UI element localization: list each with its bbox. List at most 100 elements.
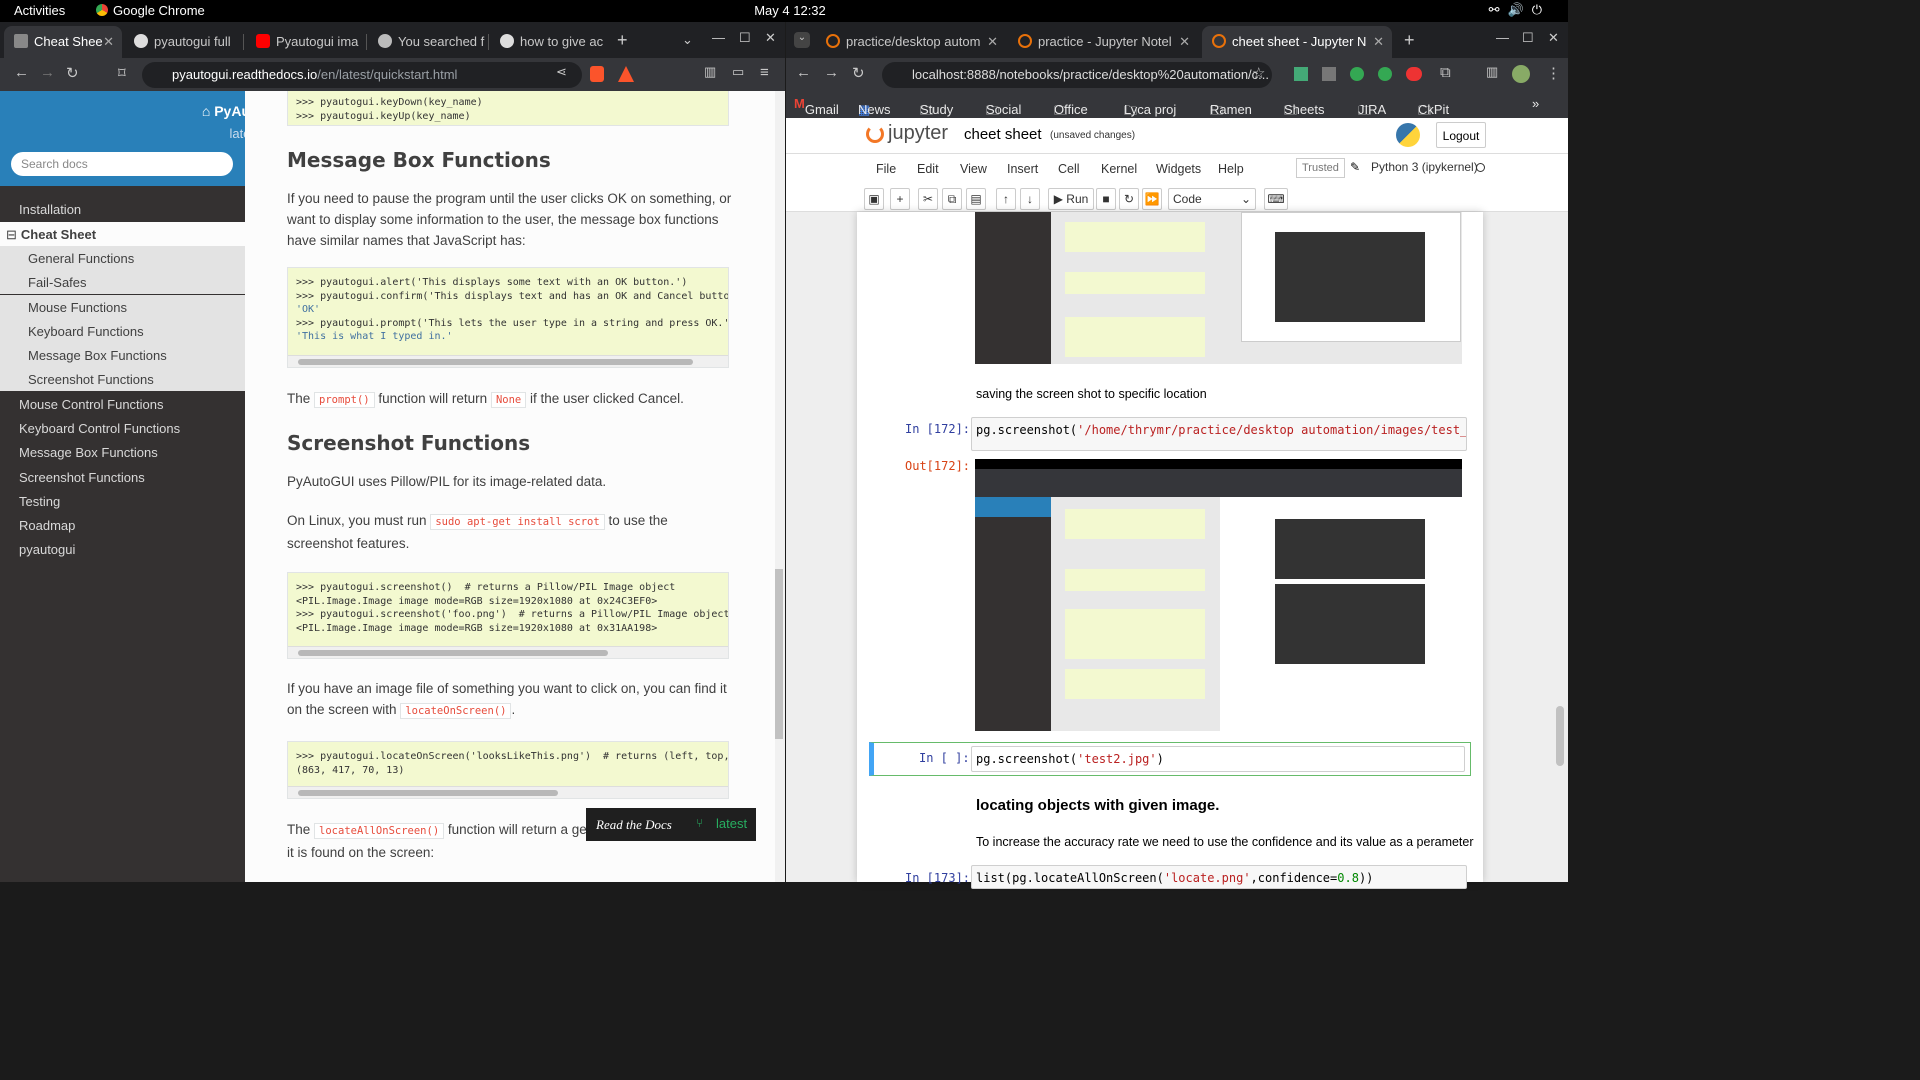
menu-help[interactable]: Help xyxy=(1218,162,1244,176)
extension-icon[interactable] xyxy=(1294,67,1308,81)
readthedocs-flyout[interactable]: Read the Docs ⑂ latest xyxy=(586,808,756,841)
address-bar[interactable]: pyautogui.readthedocs.io/en/latest/quick… xyxy=(142,62,582,88)
menu-icon[interactable]: ⋮ xyxy=(1546,64,1561,82)
reload-icon[interactable]: ↻ xyxy=(852,64,865,82)
minimize-icon[interactable]: — xyxy=(712,30,725,45)
reload-icon[interactable]: ↻ xyxy=(66,64,79,82)
back-icon[interactable]: ← xyxy=(14,64,29,81)
code-scrollbar[interactable] xyxy=(288,646,728,658)
restart-icon[interactable]: ↻ xyxy=(1119,188,1139,210)
sidebar-sub-general[interactable]: General Functions xyxy=(0,246,245,270)
code-cell-173[interactable]: list(pg.locateAllOnScreen('locate.png',c… xyxy=(971,865,1467,889)
menu-file[interactable]: File xyxy=(876,162,896,176)
code-scrollbar[interactable] xyxy=(288,355,728,367)
new-tab-icon[interactable]: + xyxy=(617,30,628,51)
paste-icon[interactable]: ▤ xyxy=(966,188,986,210)
move-up-icon[interactable]: ↑ xyxy=(996,188,1016,210)
close-window-icon[interactable]: ✕ xyxy=(765,30,776,46)
menu-icon[interactable]: ≡ xyxy=(760,64,769,81)
code-cell-active[interactable]: pg.screenshot('test2.jpg') xyxy=(971,746,1465,772)
close-tab-icon[interactable]: ✕ xyxy=(1179,34,1190,50)
tab-pyautogui-full[interactable]: pyautogui full xyxy=(124,26,242,58)
close-tab-icon[interactable]: ✕ xyxy=(1373,34,1384,50)
close-tab-icon[interactable]: ✕ xyxy=(103,34,114,50)
code-scrollbar[interactable] xyxy=(288,786,728,798)
sidebar-item-mouse-control[interactable]: Mouse Control Functions xyxy=(19,397,164,412)
tab-cheat-sheet[interactable]: Cheat Shee ✕ xyxy=(4,26,122,58)
cell-type-select[interactable]: Code ⌄ xyxy=(1168,188,1256,210)
wallet-icon[interactable]: ▭ xyxy=(732,64,744,80)
minimize-icon[interactable]: — xyxy=(1496,30,1509,45)
edit-pencil-icon[interactable]: ✎ xyxy=(1350,160,1360,174)
clock[interactable]: May 4 12:32 xyxy=(740,3,840,18)
sidebar-item-message-box[interactable]: Message Box Functions xyxy=(19,445,158,460)
maximize-icon[interactable]: ☐ xyxy=(1522,30,1534,46)
tab-practice-desktop[interactable]: practice/desktop autom ✕ xyxy=(816,26,1006,58)
code-cell-172[interactable]: pg.screenshot('/home/thrymr/practice/des… xyxy=(971,417,1467,451)
search-docs-input[interactable]: Search docs xyxy=(11,152,233,176)
tab-pyautogui-image[interactable]: Pyautogui ima xyxy=(246,26,364,58)
scrollbar-thumb[interactable] xyxy=(775,569,783,739)
menu-cell[interactable]: Cell xyxy=(1058,162,1080,176)
brave-shield-icon[interactable] xyxy=(590,66,604,82)
system-tray[interactable]: ⚯🔊⏻ xyxy=(1489,2,1550,18)
restart-run-all-icon[interactable]: ⏩ xyxy=(1142,188,1162,210)
save-icon[interactable]: ▣ xyxy=(864,188,884,210)
star-icon[interactable]: ☆ xyxy=(1252,64,1265,82)
run-button[interactable]: ▶ Run xyxy=(1048,188,1094,210)
activities-button[interactable]: Activities xyxy=(14,3,65,18)
tab-cheet-sheet[interactable]: cheet sheet - Jupyter N ✕ xyxy=(1202,26,1392,58)
extensions-puzzle-icon[interactable]: ⧉ xyxy=(1440,64,1451,81)
forward-icon[interactable]: → xyxy=(40,64,55,81)
close-tab-icon[interactable]: ✕ xyxy=(987,34,998,50)
sidebar-item-pyautogui[interactable]: pyautogui xyxy=(19,542,75,557)
keyboard-icon[interactable]: ⌨ xyxy=(1264,188,1288,210)
notebook-scrollbar-thumb[interactable] xyxy=(1556,706,1564,766)
maximize-icon[interactable]: ☐ xyxy=(739,30,751,46)
tab-you-searched[interactable]: You searched f xyxy=(368,26,486,58)
menu-view[interactable]: View xyxy=(960,162,987,176)
sidebar-item-installation[interactable]: Installation xyxy=(19,202,81,217)
extension-icon[interactable] xyxy=(1406,67,1422,81)
kernel-name[interactable]: Python 3 (ipykernel) xyxy=(1371,160,1478,174)
close-window-icon[interactable]: ✕ xyxy=(1548,30,1559,46)
profile-avatar[interactable] xyxy=(1512,65,1530,83)
sidebar-sub-messagebox[interactable]: Message Box Functions xyxy=(0,343,245,367)
menu-edit[interactable]: Edit xyxy=(917,162,939,176)
move-down-icon[interactable]: ↓ xyxy=(1020,188,1040,210)
menu-kernel[interactable]: Kernel xyxy=(1101,162,1137,176)
extension-icon[interactable] xyxy=(1322,67,1336,81)
sidebar-sub-mouse[interactable]: Mouse Functions xyxy=(0,295,245,319)
sidebar-item-screenshot[interactable]: Screenshot Functions xyxy=(19,470,145,485)
menu-widgets[interactable]: Widgets xyxy=(1156,162,1201,176)
extension-icon[interactable] xyxy=(1378,67,1392,81)
tab-practice-jupyter[interactable]: practice - Jupyter Notel ✕ xyxy=(1008,26,1198,58)
more-bookmarks-icon[interactable]: » xyxy=(1532,96,1539,111)
brave-rewards-icon[interactable] xyxy=(618,66,634,82)
back-icon[interactable]: ← xyxy=(796,64,811,81)
sidebar-sub-keyboard[interactable]: Keyboard Functions xyxy=(0,319,245,343)
insert-cell-icon[interactable]: + xyxy=(890,188,910,210)
notebook-title[interactable]: cheet sheet xyxy=(964,126,1042,143)
bookmark-gmail[interactable]: M Gmail xyxy=(794,96,839,117)
sidebar-item-keyboard-control[interactable]: Keyboard Control Functions xyxy=(19,421,180,436)
tab-how-to-give[interactable]: how to give ac xyxy=(490,26,608,58)
tab-search-icon[interactable]: ⌄ xyxy=(682,32,693,48)
menu-insert[interactable]: Insert xyxy=(1007,162,1038,176)
forward-icon[interactable]: → xyxy=(824,64,839,81)
cut-icon[interactable]: ✂ xyxy=(918,188,938,210)
sidebar-item-roadmap[interactable]: Roadmap xyxy=(19,518,75,533)
address-bar[interactable]: localhost:8888/notebooks/practice/deskto… xyxy=(882,62,1272,88)
share-icon[interactable]: ⋖ xyxy=(556,64,567,80)
interrupt-icon[interactable]: ■ xyxy=(1096,188,1116,210)
sidebar-icon[interactable]: ▥ xyxy=(1486,64,1498,80)
sidebar-item-testing[interactable]: Testing xyxy=(19,494,60,509)
sidebar-sub-screenshot[interactable]: Screenshot Functions xyxy=(0,367,245,391)
logout-button[interactable]: Logout xyxy=(1436,122,1486,148)
copy-icon[interactable]: ⧉ xyxy=(942,188,962,210)
extension-icon[interactable] xyxy=(1350,67,1364,81)
sidebar-icon[interactable]: ▥ xyxy=(704,64,716,80)
sidebar-sub-failsafes[interactable]: Fail-Safes xyxy=(0,270,245,294)
bookmark-icon[interactable]: ⌑ xyxy=(118,64,126,82)
tab-search-icon[interactable]: ⌄ xyxy=(794,32,810,48)
